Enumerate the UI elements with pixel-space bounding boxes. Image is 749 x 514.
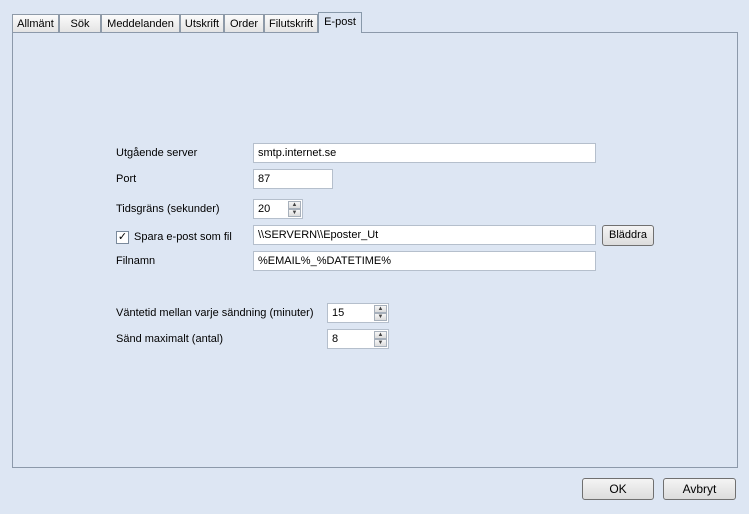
- wait-down-arrow-icon[interactable]: ▼: [374, 313, 387, 321]
- ok-button[interactable]: OK: [582, 478, 654, 500]
- wait-time-stepper[interactable]: 15 ▲ ▼: [327, 303, 389, 323]
- save-path-input[interactable]: \\SERVERN\\Eposter_Ut: [253, 225, 596, 245]
- cancel-button[interactable]: Avbryt: [663, 478, 736, 500]
- timeout-stepper[interactable]: 20 ▲ ▼: [253, 199, 303, 219]
- save-to-file-checkbox[interactable]: ✓: [116, 231, 129, 244]
- settings-panel: Utgående server smtp.internet.se Port 87…: [12, 32, 738, 468]
- max-send-label: Sänd maximalt (antal): [116, 333, 223, 345]
- timeout-value: 20: [258, 203, 271, 215]
- filename-input[interactable]: %EMAIL%_%DATETIME%: [253, 251, 596, 271]
- save-to-file-label: Spara e-post som fil: [134, 231, 232, 243]
- browse-button[interactable]: Bläddra: [602, 225, 654, 246]
- max-up-arrow-icon[interactable]: ▲: [374, 331, 387, 339]
- tab-order[interactable]: Order: [224, 14, 264, 32]
- wait-up-arrow-icon[interactable]: ▲: [374, 305, 387, 313]
- tab-sok[interactable]: Sök: [59, 14, 101, 32]
- tab-epost[interactable]: E-post: [318, 12, 362, 33]
- timeout-label: Tidsgräns (sekunder): [116, 203, 220, 215]
- wait-time-value: 15: [332, 307, 345, 319]
- timeout-down-arrow-icon[interactable]: ▼: [288, 209, 301, 217]
- tab-allmant[interactable]: Allmänt: [12, 14, 59, 32]
- timeout-up-arrow-icon[interactable]: ▲: [288, 201, 301, 209]
- tab-meddelanden[interactable]: Meddelanden: [101, 14, 180, 32]
- max-down-arrow-icon[interactable]: ▼: [374, 339, 387, 347]
- tab-utskrift[interactable]: Utskrift: [180, 14, 224, 32]
- port-input[interactable]: 87: [253, 169, 333, 189]
- port-label: Port: [116, 173, 137, 185]
- server-label: Utgående server: [116, 147, 198, 159]
- max-send-value: 8: [332, 333, 339, 345]
- server-input[interactable]: smtp.internet.se: [253, 143, 596, 163]
- tab-filutskrift[interactable]: Filutskrift: [264, 14, 318, 32]
- max-send-stepper[interactable]: 8 ▲ ▼: [327, 329, 389, 349]
- filename-label: Filnamn: [116, 255, 156, 267]
- wait-time-label: Väntetid mellan varje sändning (minuter): [116, 307, 314, 319]
